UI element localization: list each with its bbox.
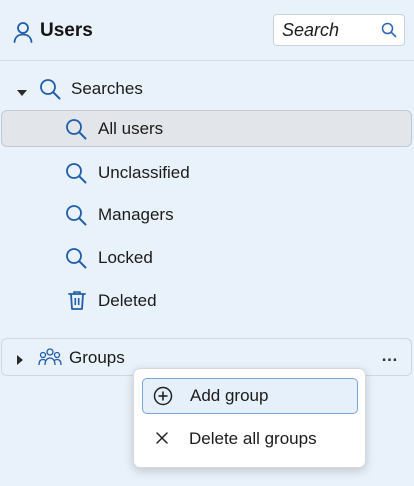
- search-input[interactable]: [282, 18, 374, 42]
- search-item-unclassified[interactable]: Unclassified: [0, 155, 414, 191]
- plus-circle-icon: [153, 386, 173, 406]
- search-item-locked[interactable]: Locked: [0, 240, 414, 276]
- context-menu: Add group Delete all groups: [133, 368, 366, 468]
- caret-right-icon[interactable]: [15, 352, 25, 365]
- user-icon: [12, 21, 34, 43]
- search-item-label: Locked: [98, 248, 153, 267]
- users-panel: Users Searches: [0, 0, 414, 486]
- more-options-button[interactable]: …: [376, 347, 404, 367]
- search-icon: [65, 162, 87, 184]
- menu-item-add-group[interactable]: Add group: [142, 378, 358, 414]
- search-box[interactable]: [273, 14, 405, 46]
- tree-node-label: Searches: [71, 79, 143, 98]
- menu-item-label: Add group: [190, 386, 269, 405]
- search-item-label: Unclassified: [98, 163, 190, 182]
- search-item-deleted[interactable]: Deleted: [0, 283, 414, 319]
- search-icon: [39, 78, 61, 100]
- search-icon: [65, 118, 87, 140]
- menu-item-label: Delete all groups: [189, 429, 317, 448]
- panel-title: Users: [40, 20, 93, 41]
- menu-item-delete-all-groups[interactable]: Delete all groups: [142, 421, 358, 457]
- tree-node-searches[interactable]: Searches: [0, 71, 414, 107]
- tree-node-label: Groups: [69, 348, 125, 367]
- caret-down-icon[interactable]: [17, 85, 27, 96]
- search-icon: [65, 247, 87, 269]
- search-item-managers[interactable]: Managers: [0, 197, 414, 233]
- header-divider: [0, 60, 414, 61]
- search-item-label: All users: [98, 119, 164, 138]
- search-item-all-users[interactable]: All users: [0, 111, 414, 147]
- search-icon[interactable]: [381, 22, 397, 38]
- search-item-label: Deleted: [98, 291, 157, 310]
- search-icon: [65, 204, 87, 226]
- panel-header: Users: [0, 0, 414, 60]
- search-item-label: Managers: [98, 205, 174, 224]
- close-icon: [154, 430, 170, 446]
- trash-icon: [66, 289, 88, 311]
- people-group-icon: [38, 347, 62, 367]
